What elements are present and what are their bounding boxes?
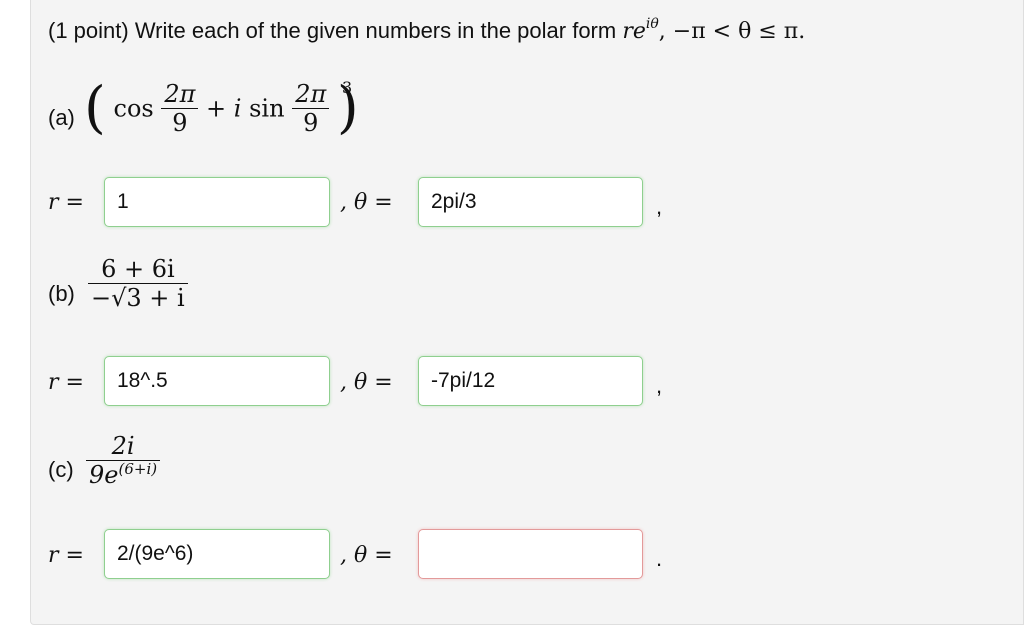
part-a-label: (a) xyxy=(48,105,75,130)
part-a-expression: ( cos 2π 9 + i sin 2π 9 ) xyxy=(84,75,359,141)
part-b-r-label: r = xyxy=(48,370,84,395)
part-c-den-base: 9e xyxy=(89,461,119,489)
part-a-sin: sin xyxy=(249,94,285,123)
prompt-exponent: iθ xyxy=(645,16,659,32)
part-a-fraction-2: 2π 9 xyxy=(292,80,330,137)
part-b-numerator: 6 + 6i xyxy=(101,255,175,283)
part-a-cos: cos xyxy=(113,94,154,123)
part-c-theta-field[interactable] xyxy=(418,529,643,579)
part-b-denominator: −√3 + i xyxy=(88,283,188,312)
part-b-fraction: 6 + 6i −√3 + i xyxy=(88,255,188,312)
part-a-fraction-1: 2π 9 xyxy=(161,80,199,137)
part-a-trailing-comma: , xyxy=(656,194,663,219)
part-a-theta-input[interactable] xyxy=(419,178,642,226)
prompt-text: (1 point) Write each of the given number… xyxy=(48,18,623,43)
part-a-r-input[interactable] xyxy=(105,178,329,226)
part-a-plus-i: + i xyxy=(206,94,242,123)
part-c-numerator: 2i xyxy=(111,432,135,460)
part-b-r-field[interactable] xyxy=(104,356,330,406)
part-a-r-label: r = xyxy=(48,190,84,215)
prompt-e: e xyxy=(632,19,646,44)
part-a-num-2: 2π xyxy=(295,80,327,108)
part-b-r-input[interactable] xyxy=(105,357,329,405)
part-a-r-field[interactable] xyxy=(104,177,330,227)
part-a-theta-field[interactable] xyxy=(418,177,643,227)
part-b-expression: 6 + 6i −√3 + i xyxy=(88,255,188,312)
prompt-range: , −π < θ ≤ π. xyxy=(658,19,806,44)
prompt-r: r xyxy=(622,19,633,44)
part-c-fraction: 2i 9e(6+i) xyxy=(86,432,161,489)
part-c-r-input[interactable] xyxy=(105,530,329,578)
part-c-theta-label: , θ = xyxy=(340,543,393,568)
part-a-num-1: 2π xyxy=(164,80,196,108)
part-c-trailing-period: . xyxy=(656,546,663,571)
part-a-power: 3 xyxy=(342,78,353,97)
part-b-theta-field[interactable] xyxy=(418,356,643,406)
part-c-denominator: 9e(6+i) xyxy=(86,460,161,489)
part-b-trailing-comma: , xyxy=(656,373,663,398)
part-a-den-1: 9 xyxy=(161,108,199,137)
part-b-theta-input[interactable] xyxy=(419,357,642,405)
part-c-r-field[interactable] xyxy=(104,529,330,579)
part-c-r-label: r = xyxy=(48,543,84,568)
problem-prompt: (1 point) Write each of the given number… xyxy=(48,16,806,44)
part-a-den-2: 9 xyxy=(292,108,330,137)
part-c-den-exponent: (6+i) xyxy=(118,460,158,478)
part-a-theta-label: , θ = xyxy=(340,190,393,215)
part-c-label: (c) xyxy=(48,457,74,482)
part-b-theta-label: , θ = xyxy=(340,370,393,395)
part-c-theta-input[interactable] xyxy=(419,530,642,578)
part-b-label: (b) xyxy=(48,281,75,306)
part-c-expression: 2i 9e(6+i) xyxy=(86,432,161,489)
